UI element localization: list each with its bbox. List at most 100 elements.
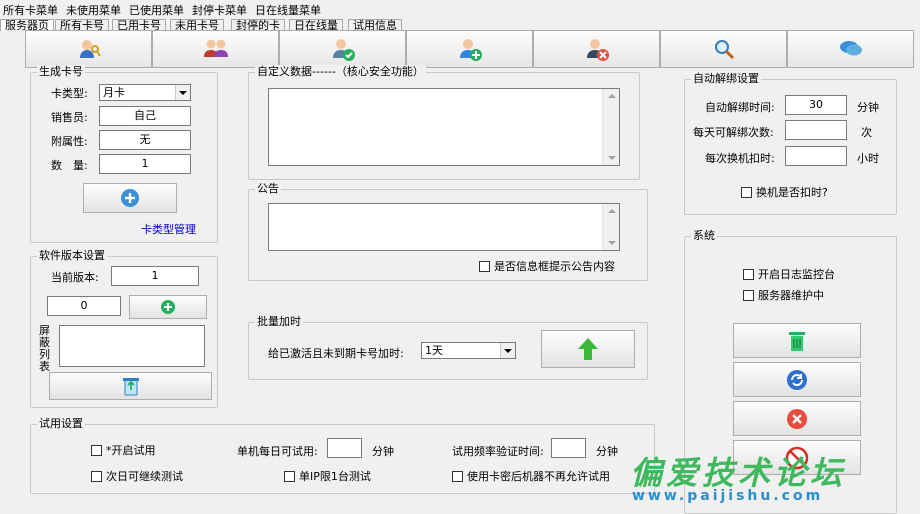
toolbar-button-user-check[interactable] bbox=[279, 30, 406, 68]
unbind-time-field[interactable]: 30 bbox=[785, 95, 847, 115]
custom-data-group: 自定义数据------（核心安全功能） bbox=[248, 65, 640, 180]
magnifier-icon bbox=[714, 40, 734, 60]
system-title: 系统 bbox=[691, 229, 717, 243]
refresh-button[interactable] bbox=[733, 362, 861, 397]
daily-unbind-label: 每天可解绑次数: bbox=[693, 126, 774, 139]
trial-no-retry-checkbox[interactable]: 使用卡密后机器不再允许试用 bbox=[452, 468, 610, 484]
trial-freq-label: 试用频率验证时间: bbox=[452, 445, 544, 458]
batch-apply-button[interactable] bbox=[541, 330, 635, 368]
toolbar bbox=[25, 30, 915, 68]
trial-daily-field[interactable] bbox=[327, 438, 362, 458]
card-type-select[interactable]: 月卡 bbox=[99, 84, 191, 101]
chat-icon bbox=[839, 41, 862, 56]
deduct-label: 每次换机扣时: bbox=[705, 152, 775, 165]
batch-time-value: 1天 bbox=[425, 344, 443, 357]
maintenance-checkbox[interactable]: 服务器维护中 bbox=[743, 287, 824, 303]
trial-daily-unit: 分钟 bbox=[372, 445, 394, 458]
checkbox-box bbox=[91, 470, 102, 482]
menu-bar: 所有卡菜单 未使用菜单 已使用菜单 封停卡菜单 日在线量菜单 bbox=[0, 0, 920, 17]
notice-dialog-label: 是否信息框提示公告内容 bbox=[494, 260, 615, 273]
custom-data-title: 自定义数据------（核心安全功能） bbox=[255, 65, 426, 79]
delete-button[interactable] bbox=[733, 323, 861, 358]
menu-unused[interactable]: 未使用菜单 bbox=[66, 2, 121, 18]
seller-label: 销售员: bbox=[51, 111, 88, 124]
user-check-icon bbox=[332, 39, 355, 61]
log-monitor-checkbox[interactable]: 开启日志监控台 bbox=[743, 266, 835, 282]
checkbox-box bbox=[284, 470, 295, 482]
watermark: 偏爱技术论坛 www.paijishu.com bbox=[630, 448, 920, 514]
notice-scrollbar[interactable] bbox=[602, 204, 619, 250]
trial-group: 试用设置 *开启试用 次日可继续测试 单机每日可试用: 分钟 单IP限1台测试 … bbox=[30, 417, 655, 494]
batch-time-select[interactable]: 1天 bbox=[421, 342, 516, 359]
custom-data-textarea[interactable] bbox=[268, 88, 620, 166]
trial-title: 试用设置 bbox=[37, 417, 85, 431]
checkbox-box bbox=[743, 289, 754, 301]
notice-dialog-checkbox[interactable]: 是否信息框提示公告内容 bbox=[479, 258, 615, 274]
user-delete-icon bbox=[586, 39, 609, 61]
checkbox-box bbox=[741, 186, 752, 198]
checkbox-box bbox=[743, 268, 754, 280]
plus-circle-icon bbox=[161, 300, 175, 314]
deduct-checkbox-label: 换机是否扣时? bbox=[756, 186, 828, 199]
close-icon bbox=[787, 408, 807, 429]
blocklist-label: 屏 蔽 列 表 bbox=[39, 325, 51, 373]
menu-all-cards[interactable]: 所有卡菜单 bbox=[3, 2, 58, 18]
trial-daily-label: 单机每日可试用: bbox=[237, 445, 318, 458]
qty-field[interactable]: 1 bbox=[99, 154, 191, 174]
unbind-time-label: 自动解绑时间: bbox=[705, 101, 775, 114]
auto-unbind-title: 自动解绑设置 bbox=[691, 72, 761, 86]
menu-used[interactable]: 已使用菜单 bbox=[129, 2, 184, 18]
card-type-manage-link[interactable]: 卡类型管理 bbox=[141, 221, 196, 237]
deduct-field[interactable] bbox=[785, 146, 847, 166]
seller-field[interactable]: 自己 bbox=[99, 106, 191, 126]
version-input[interactable]: 0 bbox=[47, 296, 121, 316]
notice-textarea[interactable] bbox=[268, 203, 620, 251]
trial-freq-unit: 分钟 bbox=[596, 445, 618, 458]
daily-unbind-unit: 次 bbox=[861, 126, 872, 139]
generate-button[interactable] bbox=[83, 183, 177, 213]
batch-time-group: 批量加时 给已激活且未到期卡号加时: 1天 bbox=[248, 315, 648, 380]
generate-cards-title: 生成卡号 bbox=[37, 65, 85, 79]
maintenance-label: 服务器维护中 bbox=[758, 289, 824, 302]
recycle-button[interactable] bbox=[49, 372, 212, 400]
batch-time-label: 给已激活且未到期卡号加时: bbox=[268, 347, 404, 360]
menu-banned[interactable]: 封停卡菜单 bbox=[192, 2, 247, 18]
custom-data-scrollbar[interactable] bbox=[602, 89, 619, 165]
blocklist-textarea[interactable] bbox=[59, 325, 205, 367]
plus-circle-icon bbox=[121, 189, 139, 207]
version-group: 软件版本设置 当前版本: 1 0 屏 蔽 列 表 bbox=[30, 249, 218, 408]
auto-unbind-group: 自动解绑设置 自动解绑时间: 30 分钟 每天可解绑次数: 次 每次换机扣时: … bbox=[684, 72, 897, 215]
checkbox-box bbox=[479, 260, 490, 272]
generate-cards-group: 生成卡号 卡类型: 月卡 销售员: 自己 附属性: 无 数 量: 1 卡类型管理 bbox=[30, 65, 218, 243]
close-button[interactable] bbox=[733, 401, 861, 436]
refresh-icon bbox=[787, 369, 807, 390]
notice-title: 公告 bbox=[255, 182, 281, 196]
trial-one-ip-checkbox[interactable]: 单IP限1台测试 bbox=[284, 468, 371, 484]
toolbar-button-chat[interactable] bbox=[787, 30, 914, 68]
trial-enable-label: *开启试用 bbox=[106, 444, 156, 457]
deduct-checkbox[interactable]: 换机是否扣时? bbox=[741, 184, 828, 200]
log-monitor-label: 开启日志监控台 bbox=[758, 268, 835, 281]
qty-label: 数 量: bbox=[51, 159, 88, 172]
menu-daily-online[interactable]: 日在线量菜单 bbox=[255, 2, 321, 18]
toolbar-button-user-add[interactable] bbox=[406, 30, 533, 68]
daily-unbind-field[interactable] bbox=[785, 120, 847, 140]
current-version-field[interactable]: 1 bbox=[111, 266, 199, 286]
chevron-down-icon bbox=[175, 85, 190, 100]
trash-icon bbox=[789, 331, 805, 351]
trial-enable-checkbox[interactable]: *开启试用 bbox=[91, 442, 156, 458]
toolbar-button-search[interactable] bbox=[660, 30, 787, 68]
card-type-label: 卡类型: bbox=[51, 87, 88, 100]
attr-field[interactable]: 无 bbox=[99, 130, 191, 150]
trial-next-day-checkbox[interactable]: 次日可继续测试 bbox=[91, 468, 183, 484]
user-add-icon bbox=[459, 39, 482, 61]
trial-freq-field[interactable] bbox=[551, 438, 586, 458]
toolbar-button-key-user[interactable] bbox=[25, 30, 152, 68]
trial-no-retry-label: 使用卡密后机器不再允许试用 bbox=[467, 470, 610, 483]
checkbox-box bbox=[452, 470, 463, 482]
add-version-button[interactable] bbox=[129, 295, 207, 319]
chevron-down-icon bbox=[500, 343, 515, 358]
unbind-time-unit: 分钟 bbox=[857, 101, 879, 114]
toolbar-button-users[interactable] bbox=[152, 30, 279, 68]
toolbar-button-user-delete[interactable] bbox=[533, 30, 660, 68]
